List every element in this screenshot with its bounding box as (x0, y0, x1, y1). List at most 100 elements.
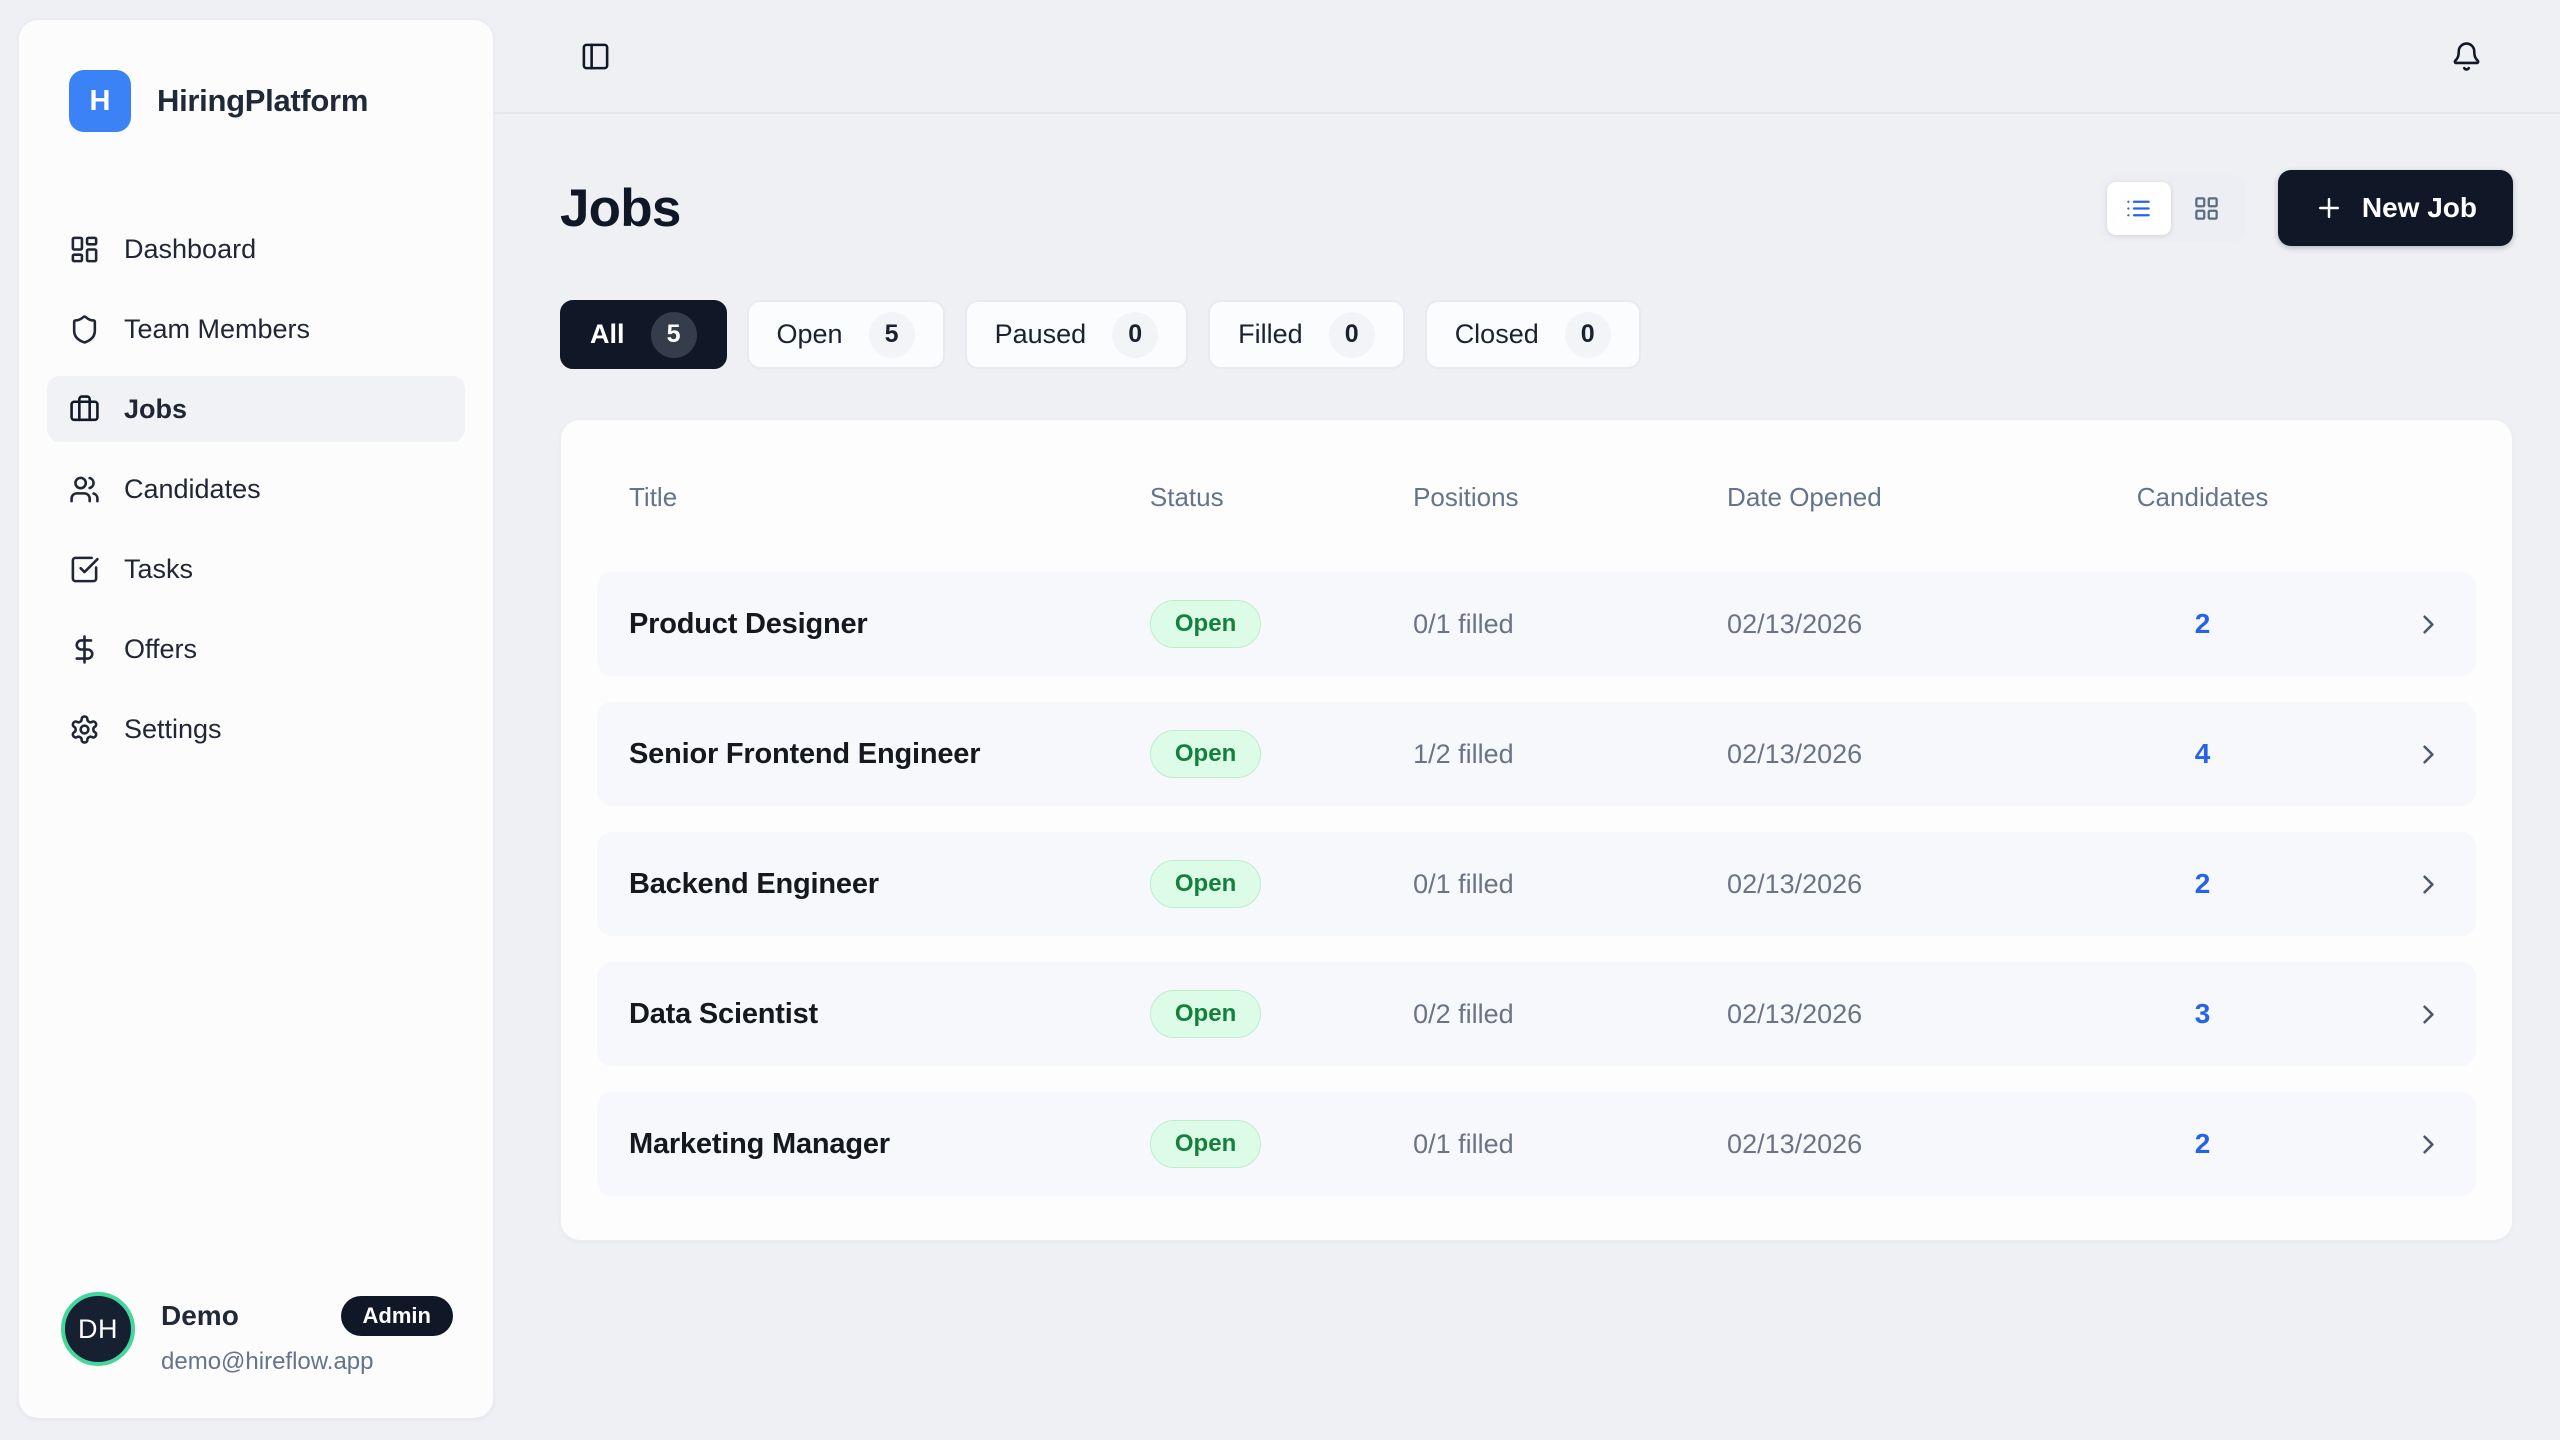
plus-icon (2314, 193, 2344, 223)
job-title: Marketing Manager (629, 1128, 1150, 1161)
filter-tab-all[interactable]: All 5 (560, 300, 727, 369)
role-badge: Admin (341, 1296, 453, 1336)
column-header-positions: Positions (1413, 482, 1727, 513)
filter-tab-filled[interactable]: Filled 0 (1208, 300, 1405, 369)
filter-label: Closed (1455, 319, 1539, 350)
sidebar-item-label: Team Members (124, 314, 310, 345)
date-opened-cell: 02/13/2026 (1727, 1129, 2077, 1160)
candidates-count-link[interactable]: 2 (2077, 608, 2327, 640)
date-opened-cell: 02/13/2026 (1727, 869, 2077, 900)
sidebar-item-jobs[interactable]: Jobs (47, 376, 465, 442)
job-title: Senior Frontend Engineer (629, 738, 1150, 771)
column-header-title: Title (629, 482, 1150, 513)
topbar (494, 0, 2560, 114)
candidates-count-link[interactable]: 2 (2077, 1128, 2327, 1160)
status-filters: All 5 Open 5 Paused 0 Filled 0 Closed 0 (560, 300, 2513, 369)
content: Jobs (494, 114, 2560, 1241)
status-badge: Open (1150, 1120, 1261, 1168)
sidebar-item-tasks[interactable]: Tasks (47, 536, 465, 602)
table-row[interactable]: Backend Engineer Open 0/1 filled 02/13/2… (597, 832, 2476, 936)
sidebar-item-label: Jobs (124, 394, 187, 425)
briefcase-icon (69, 394, 100, 425)
task-check-icon (69, 554, 100, 585)
brand-name: HiringPlatform (157, 83, 368, 119)
jobs-table-card: Title Status Positions Date Opened Candi… (560, 419, 2513, 1241)
grid-view-icon (2193, 195, 2220, 222)
sidebar-nav: Dashboard Team Members Jobs (19, 216, 493, 762)
grid-view-button[interactable] (2175, 182, 2239, 235)
main-area: Jobs (494, 0, 2560, 1440)
table-row[interactable]: Marketing Manager Open 0/1 filled 02/13/… (597, 1092, 2476, 1196)
sidebar-item-label: Candidates (124, 474, 261, 505)
filter-count-badge: 0 (1565, 312, 1611, 358)
list-view-icon (2125, 195, 2152, 222)
filter-count-badge: 5 (869, 312, 915, 358)
chevron-right-icon[interactable] (2413, 999, 2444, 1030)
new-job-button[interactable]: New Job (2278, 170, 2513, 246)
filter-tab-closed[interactable]: Closed 0 (1425, 300, 1641, 369)
filter-count-badge: 0 (1329, 312, 1375, 358)
sidebar-item-label: Dashboard (124, 234, 256, 265)
column-header-date-opened: Date Opened (1727, 482, 2077, 513)
dashboard-icon (69, 234, 100, 265)
table-row[interactable]: Data Scientist Open 0/2 filled 02/13/202… (597, 962, 2476, 1066)
new-job-label: New Job (2362, 192, 2477, 224)
sidebar-item-team-members[interactable]: Team Members (47, 296, 465, 362)
positions-cell: 0/1 filled (1413, 1129, 1727, 1160)
column-header-status: Status (1150, 482, 1413, 513)
user-card[interactable]: DH Demo Admin demo@hireflow.app (19, 1292, 493, 1418)
chevron-right-icon[interactable] (2413, 869, 2444, 900)
positions-cell: 1/2 filled (1413, 739, 1727, 770)
table-row[interactable]: Senior Frontend Engineer Open 1/2 filled… (597, 702, 2476, 806)
filter-count-badge: 5 (651, 312, 697, 358)
users-icon (69, 474, 100, 505)
sidebar-item-offers[interactable]: Offers (47, 616, 465, 682)
dollar-icon (69, 634, 100, 665)
chevron-right-icon[interactable] (2413, 739, 2444, 770)
positions-cell: 0/2 filled (1413, 999, 1727, 1030)
user-name: Demo (161, 1300, 239, 1332)
table-header-row: Title Status Positions Date Opened Candi… (597, 448, 2476, 546)
date-opened-cell: 02/13/2026 (1727, 739, 2077, 770)
user-email: demo@hireflow.app (161, 1348, 453, 1376)
filter-tab-open[interactable]: Open 5 (747, 300, 945, 369)
table-row[interactable]: Product Designer Open 0/1 filled 02/13/2… (597, 572, 2476, 676)
sidebar-item-candidates[interactable]: Candidates (47, 456, 465, 522)
sidebar-item-settings[interactable]: Settings (47, 696, 465, 762)
status-badge: Open (1150, 600, 1261, 648)
notifications-button[interactable] (2447, 37, 2486, 76)
positions-cell: 0/1 filled (1413, 869, 1727, 900)
avatar: DH (61, 1292, 135, 1366)
chevron-right-icon[interactable] (2413, 609, 2444, 640)
sidebar-item-label: Settings (124, 714, 222, 745)
status-badge: Open (1150, 860, 1261, 908)
filter-label: Filled (1238, 319, 1303, 350)
brand-logo: H (69, 70, 131, 132)
job-title: Product Designer (629, 608, 1150, 641)
candidates-count-link[interactable]: 3 (2077, 998, 2327, 1030)
chevron-right-icon[interactable] (2413, 1129, 2444, 1160)
shield-icon (69, 314, 100, 345)
filter-tab-paused[interactable]: Paused 0 (965, 300, 1189, 369)
bell-icon (2451, 41, 2482, 72)
brand: H HiringPlatform (19, 20, 493, 132)
candidates-count-link[interactable]: 2 (2077, 868, 2327, 900)
column-header-candidates: Candidates (2077, 482, 2327, 513)
date-opened-cell: 02/13/2026 (1727, 999, 2077, 1030)
sidebar-toggle-button[interactable] (576, 37, 615, 76)
view-toggle (2100, 175, 2246, 242)
filter-count-badge: 0 (1112, 312, 1158, 358)
panel-left-icon (580, 41, 611, 72)
candidates-count-link[interactable]: 4 (2077, 738, 2327, 770)
sidebar-item-label: Tasks (124, 554, 193, 585)
date-opened-cell: 02/13/2026 (1727, 609, 2077, 640)
sidebar-item-dashboard[interactable]: Dashboard (47, 216, 465, 282)
status-badge: Open (1150, 730, 1261, 778)
filter-label: All (590, 319, 625, 350)
list-view-button[interactable] (2107, 182, 2171, 235)
gear-icon (69, 714, 100, 745)
job-title: Data Scientist (629, 998, 1150, 1031)
job-title: Backend Engineer (629, 868, 1150, 901)
page-title: Jobs (560, 178, 681, 239)
filter-label: Paused (995, 319, 1087, 350)
